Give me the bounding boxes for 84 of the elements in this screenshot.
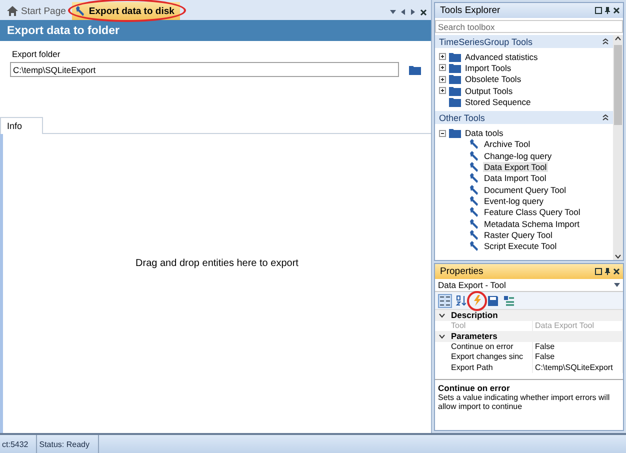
sort-az-icon <box>456 295 466 306</box>
tree-item[interactable]: Stored Sequence <box>464 96 532 107</box>
drop-hint: Drag and drop entities here to export <box>136 258 298 269</box>
tree-item[interactable]: Event-log query <box>483 196 545 206</box>
pin-icon[interactable] <box>605 7 610 14</box>
property-name: Export Path <box>449 362 533 373</box>
property-name: Export changes sinc <box>449 352 533 362</box>
folder-icon <box>449 128 461 138</box>
group-title: TimeSeriesGroup Tools <box>439 36 533 46</box>
tree-item[interactable]: Feature Class Query Tool <box>483 207 582 218</box>
scrollbar[interactable] <box>613 35 623 260</box>
folder-icon <box>449 86 461 96</box>
document-tab[interactable]: Start Page <box>4 2 72 20</box>
folder-icon <box>449 74 461 84</box>
status-text: ct:5432 <box>0 435 38 453</box>
home-icon <box>7 6 18 16</box>
settings-icon <box>504 296 514 306</box>
close-icon[interactable] <box>613 268 620 275</box>
lightning-icon <box>473 295 481 306</box>
collapse-icon[interactable] <box>602 38 609 45</box>
folder-icon <box>449 96 461 107</box>
group-title: Other Tools <box>439 112 485 123</box>
collapse-toggle-icon[interactable] <box>439 130 446 137</box>
status-text: Status: Ready <box>37 435 98 453</box>
folder-icon <box>449 52 461 62</box>
info-tab[interactable]: Info <box>0 117 44 134</box>
close-icon[interactable] <box>420 9 427 16</box>
page-header: Export data to folder <box>0 20 431 41</box>
tree-item[interactable]: Change-log query <box>483 150 553 161</box>
panel-title: Properties <box>440 266 484 277</box>
group-header[interactable]: TimeSeriesGroup Tools <box>435 35 613 48</box>
tree-item[interactable]: Metadata Schema Import <box>483 218 580 228</box>
property-name: Continue on error <box>449 342 533 352</box>
tree-item[interactable]: Advanced statistics <box>464 52 539 62</box>
tree-item[interactable]: Document Query Tool <box>483 184 568 195</box>
expand-toggle-icon[interactable] <box>439 53 446 60</box>
toolbar-button[interactable] <box>486 294 500 308</box>
toolbar-button[interactable] <box>438 294 452 308</box>
toolbar-button[interactable] <box>454 294 468 308</box>
tree-item[interactable]: Script Execute Tool <box>483 241 558 252</box>
window-icon[interactable] <box>595 7 602 14</box>
field-label: Export folder <box>12 49 62 59</box>
expand-toggle-icon[interactable] <box>439 64 446 72</box>
expand-toggle-icon[interactable] <box>439 76 446 83</box>
help-title: Continue on error <box>438 383 511 393</box>
collapse-icon[interactable] <box>439 312 445 318</box>
collapse-icon[interactable] <box>439 334 445 339</box>
folder-icon <box>449 62 461 73</box>
save-icon <box>488 296 498 306</box>
tree-item[interactable]: Obsolete Tools <box>464 74 522 84</box>
group-header[interactable]: Other Tools <box>435 111 613 124</box>
dropdown-icon[interactable] <box>390 9 396 15</box>
category-title: Description <box>451 310 498 320</box>
browse-folder-icon[interactable] <box>409 64 421 74</box>
category-title: Parameters <box>451 331 498 342</box>
category-row[interactable]: Parameters <box>435 331 623 342</box>
folder-icon <box>409 64 421 74</box>
tree-item[interactable]: Data Export Tool <box>483 162 548 172</box>
tree-item[interactable]: Raster Query Tool <box>483 230 554 240</box>
pin-icon[interactable] <box>605 268 610 275</box>
property-value[interactable]: False <box>533 342 623 352</box>
tree-item[interactable]: Data tools <box>464 128 504 138</box>
tree-item[interactable]: Import Tools <box>464 62 512 73</box>
category-row[interactable]: Description <box>435 310 623 320</box>
dropdown-icon[interactable] <box>614 282 620 288</box>
categorized-icon <box>440 296 450 306</box>
expand-toggle-icon[interactable] <box>439 87 446 94</box>
property-value[interactable]: False <box>533 352 623 362</box>
tree-item[interactable]: Data Import Tool <box>483 173 548 184</box>
scroll-left-icon[interactable] <box>400 9 406 15</box>
search-field[interactable]: Search toolbox <box>435 20 623 33</box>
close-icon[interactable] <box>613 7 620 14</box>
scroll-up-icon[interactable] <box>615 36 621 41</box>
tree-item[interactable]: Archive Tool <box>483 139 532 150</box>
property-value[interactable]: C:\temp\SQLiteExport <box>533 362 623 373</box>
scroll-right-icon[interactable] <box>410 9 416 15</box>
panel-title: Tools Explorer <box>440 5 500 16</box>
scroll-down-icon[interactable] <box>615 254 621 259</box>
window-icon[interactable] <box>595 268 602 275</box>
tree-item[interactable]: Output Tools <box>464 86 514 96</box>
toolbar-button[interactable] <box>502 294 516 308</box>
help-text: Sets a value indicating whether import errors will allow import to continue <box>438 393 611 411</box>
folder-input-field[interactable]: C:\temp\SQLiteExport <box>10 62 399 77</box>
collapse-icon[interactable] <box>602 114 609 122</box>
